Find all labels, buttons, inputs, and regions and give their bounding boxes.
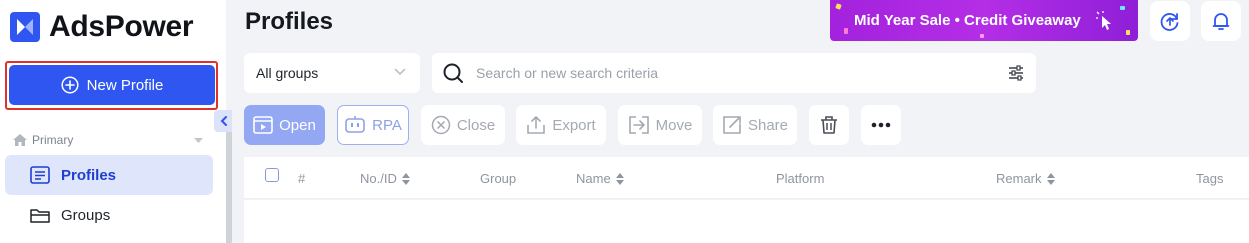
page-title: Profiles xyxy=(245,8,334,35)
close-button[interactable]: Close xyxy=(421,105,505,145)
app-name: AdsPower xyxy=(49,10,194,43)
sidebar-item-label: Profiles xyxy=(61,166,117,184)
column-header-index: # xyxy=(298,171,305,186)
search-icon xyxy=(443,63,463,83)
share-icon xyxy=(723,116,741,134)
column-header-remark[interactable]: Remark xyxy=(996,171,1055,186)
table-body xyxy=(244,200,1249,243)
section-primary-label: Primary xyxy=(32,133,74,147)
delete-button[interactable] xyxy=(809,105,849,145)
column-header-platform: Platform xyxy=(776,171,824,186)
chevron-down-icon xyxy=(394,68,406,76)
sidebar-item-profiles[interactable]: Profiles xyxy=(5,155,213,195)
app-logo[interactable]: AdsPower xyxy=(10,10,194,44)
sort-icon xyxy=(1046,172,1055,185)
column-header-tags: Tags xyxy=(1196,171,1223,186)
sort-icon xyxy=(401,172,410,185)
column-header-group: Group xyxy=(480,171,516,186)
column-label: No./ID xyxy=(360,171,397,186)
new-profile-label: New Profile xyxy=(86,76,164,94)
sort-icon xyxy=(615,172,624,185)
table-header: # No./ID Group Name Platform Remark Tags xyxy=(244,157,1249,199)
promo-text: Mid Year Sale • Credit Giveaway xyxy=(854,12,1081,29)
rpa-button[interactable]: RPA xyxy=(337,105,409,145)
column-label: Group xyxy=(480,171,517,186)
open-label: Open xyxy=(279,116,316,134)
close-label: Close xyxy=(456,116,496,134)
confetti xyxy=(844,28,848,34)
new-profile-button[interactable]: New Profile xyxy=(9,65,215,105)
group-select-value: All groups xyxy=(256,65,319,81)
export-label: Export xyxy=(552,116,596,134)
sidebar-item-groups[interactable]: Groups xyxy=(5,195,213,235)
chevron-left-icon xyxy=(220,116,227,126)
move-label: Move xyxy=(655,116,693,134)
confetti xyxy=(1126,30,1130,35)
caret-down-icon[interactable] xyxy=(194,138,203,144)
share-button[interactable]: Share xyxy=(713,105,797,145)
group-select[interactable]: All groups xyxy=(244,53,420,93)
confetti xyxy=(1120,6,1125,10)
column-label: # xyxy=(298,171,306,186)
confetti xyxy=(835,3,842,10)
export-button[interactable]: Export xyxy=(516,105,606,145)
notifications-button[interactable] xyxy=(1201,1,1241,41)
rpa-label: RPA xyxy=(372,116,402,134)
column-label: Remark xyxy=(996,171,1042,186)
column-label: Platform xyxy=(776,171,825,186)
select-all-checkbox[interactable] xyxy=(265,168,279,182)
move-icon xyxy=(628,116,649,134)
plus-circle-icon xyxy=(61,76,79,94)
adspower-logo-icon xyxy=(10,12,40,42)
sidebar-item-label: Groups xyxy=(61,206,111,224)
sidebar: AdsPower New Profile Primary Profiles Gr… xyxy=(0,0,226,243)
robot-icon xyxy=(345,116,365,133)
close-circle-icon xyxy=(431,115,451,135)
sync-button[interactable] xyxy=(1150,1,1190,41)
column-label: Name xyxy=(576,171,611,186)
sidebar-scrollbar[interactable] xyxy=(226,130,232,243)
sync-upload-icon xyxy=(1160,13,1179,31)
column-header-name[interactable]: Name xyxy=(576,171,624,186)
profiles-list-icon xyxy=(30,166,50,184)
export-icon xyxy=(527,116,546,134)
trash-icon xyxy=(821,116,837,134)
more-dots-icon xyxy=(871,122,891,128)
cursor-click-icon xyxy=(1096,11,1111,30)
browser-window-icon xyxy=(253,116,273,134)
home-icon xyxy=(13,134,27,146)
share-label: Share xyxy=(747,116,789,134)
collapse-sidebar-button[interactable] xyxy=(214,110,232,132)
more-button[interactable] xyxy=(861,105,901,145)
confetti xyxy=(980,34,984,38)
open-button[interactable]: Open xyxy=(244,105,325,145)
search-box xyxy=(432,53,1036,93)
filter-sliders-icon[interactable] xyxy=(1008,65,1024,81)
section-primary[interactable]: Primary xyxy=(13,133,73,147)
promo-banner[interactable]: Mid Year Sale • Credit Giveaway xyxy=(830,0,1138,41)
search-input[interactable] xyxy=(476,65,956,81)
bell-icon xyxy=(1212,13,1230,30)
folder-icon xyxy=(30,209,50,223)
move-button[interactable]: Move xyxy=(618,105,702,145)
column-header-id[interactable]: No./ID xyxy=(360,171,410,186)
column-label: Tags xyxy=(1196,171,1224,186)
